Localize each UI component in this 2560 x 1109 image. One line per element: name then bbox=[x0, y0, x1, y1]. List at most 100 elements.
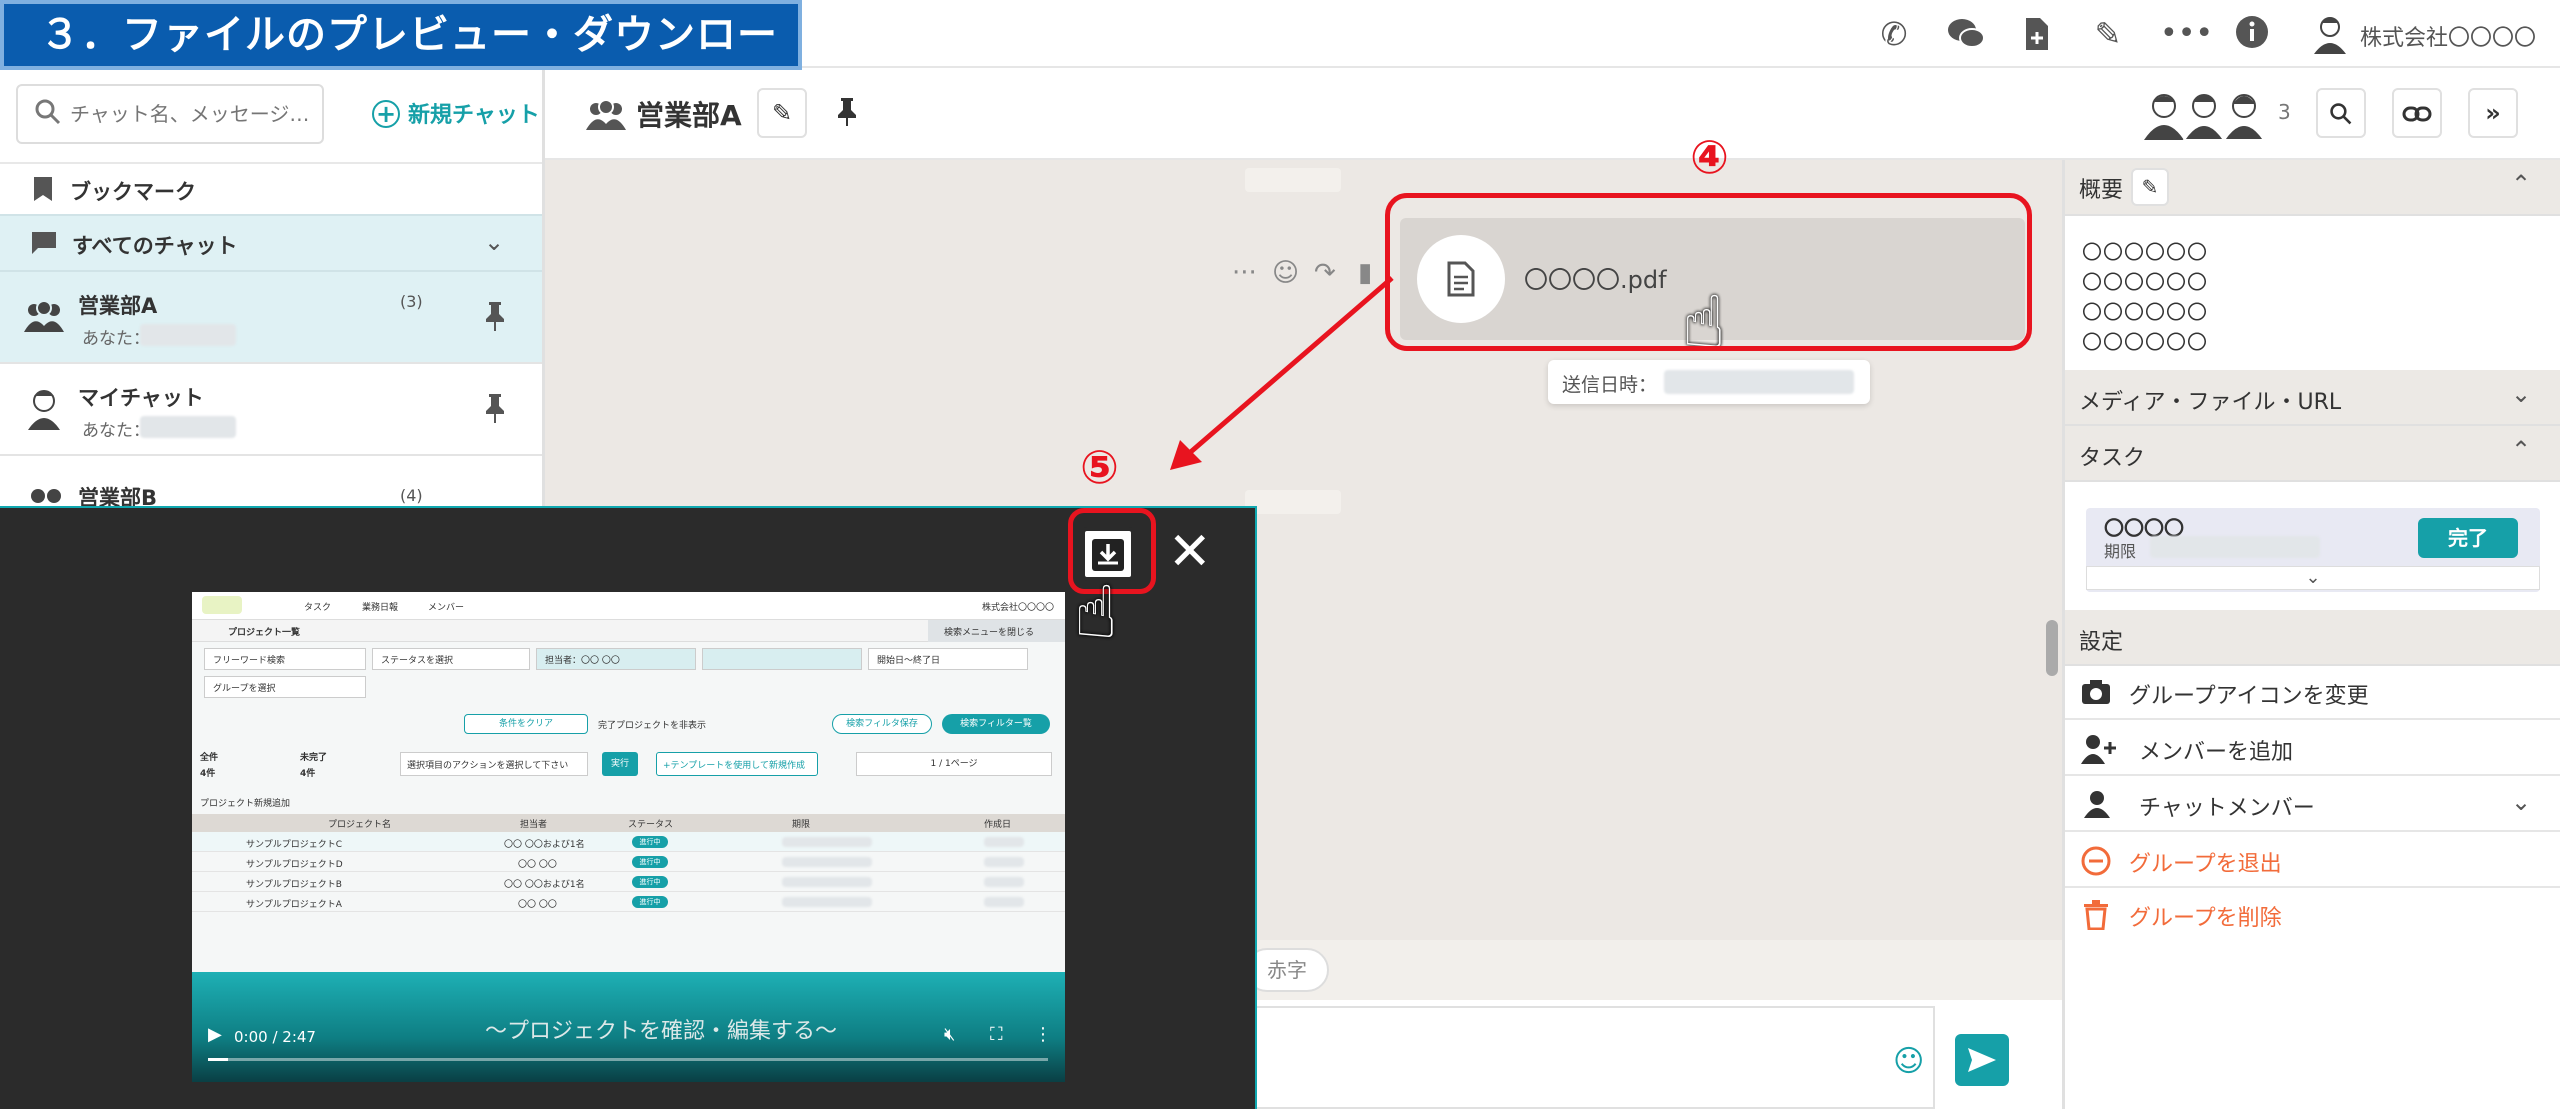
video-table-row: サンプルプロジェクトA 〇〇 〇〇 進行中 bbox=[192, 892, 1065, 912]
chat-search-input[interactable] bbox=[70, 96, 310, 132]
change-group-icon-option[interactable]: グループアイコンを変更 bbox=[2065, 666, 2560, 720]
all-chats-label: すべてのチャット bbox=[72, 234, 238, 258]
pin-icon[interactable] bbox=[484, 300, 506, 336]
pencil-icon[interactable]: ✎ bbox=[2088, 14, 2128, 54]
chevron-down-icon[interactable]: ⌄ bbox=[2511, 788, 2531, 816]
tasks-title: タスク bbox=[2079, 446, 2146, 471]
overview-section-header[interactable]: 概要 ✎ ⌃ bbox=[2065, 160, 2560, 216]
chat-list-item[interactable]: 営業部B (4) bbox=[0, 454, 542, 514]
video-action-select: 選択項目のアクションを選択して下さい bbox=[400, 752, 588, 776]
video-row-date bbox=[782, 877, 872, 887]
date-divider bbox=[1245, 168, 1341, 192]
message-input[interactable] bbox=[1255, 1006, 1935, 1109]
video-row-status: 進行中 bbox=[632, 896, 668, 908]
collapse-panel-button[interactable]: » bbox=[2468, 88, 2518, 138]
video-hide-done: 完了プロジェクトを非表示 bbox=[598, 721, 707, 731]
video-col-header: 期限 bbox=[792, 820, 811, 830]
composer-toolbar bbox=[1255, 940, 2062, 1000]
video-row-date bbox=[782, 897, 872, 907]
task-expand-toggle[interactable]: ⌄ bbox=[2086, 566, 2540, 590]
complete-task-button[interactable]: 完了 bbox=[2418, 518, 2518, 558]
delete-group-option[interactable]: グループを削除 bbox=[2065, 888, 2560, 942]
overview-text-line: 〇〇〇〇〇〇 bbox=[2082, 270, 2208, 294]
task-deadline-blurred bbox=[2150, 536, 2320, 558]
chat-bubbles-icon[interactable] bbox=[1946, 14, 1986, 54]
send-button[interactable] bbox=[1955, 1034, 2009, 1086]
more-vertical-icon[interactable]: ⋮ bbox=[1034, 1024, 1052, 1045]
edit-room-button[interactable]: ✎ bbox=[757, 88, 807, 138]
scrollbar[interactable] bbox=[2046, 620, 2058, 676]
video-table-row: サンプルプロジェクトD 〇〇 〇〇 進行中 bbox=[192, 852, 1065, 872]
video-col-header: プロジェクト名 bbox=[328, 820, 392, 830]
video-row-owner: 〇〇 〇〇 bbox=[518, 860, 557, 870]
fullscreen-icon[interactable]: ⛶ bbox=[990, 1024, 1003, 1045]
chevron-up-icon[interactable]: ⌃ bbox=[2511, 170, 2531, 198]
chevron-down-icon[interactable]: ⌄ bbox=[484, 228, 504, 256]
video-row-name: サンプルプロジェクトD bbox=[246, 860, 343, 870]
add-member-label: メンバーを追加 bbox=[2139, 740, 2294, 765]
emoji-icon[interactable]: ☺ bbox=[1893, 1044, 1924, 1079]
sidebar-bookmarks[interactable]: ブックマーク bbox=[0, 162, 542, 214]
pin-icon[interactable] bbox=[836, 96, 858, 132]
app-logo bbox=[202, 596, 242, 614]
link-button[interactable] bbox=[2392, 88, 2442, 138]
highlight-file-message bbox=[1385, 193, 2032, 351]
video-date-range: 開始日～終了日 bbox=[868, 648, 1028, 670]
pencil-icon: ✎ bbox=[771, 99, 793, 127]
video-row-status: 進行中 bbox=[632, 836, 668, 848]
mute-icon[interactable]: 🔇︎ bbox=[944, 1024, 955, 1045]
play-icon[interactable]: ▶ bbox=[208, 1024, 222, 1045]
add-file-icon[interactable] bbox=[2016, 14, 2056, 54]
plus-circle-icon: + bbox=[372, 100, 400, 128]
leave-group-option[interactable]: グループを退出 bbox=[2065, 834, 2560, 888]
close-preview-button[interactable]: ✕ bbox=[1168, 522, 1212, 582]
chat-list-item[interactable]: マイチャット あなた： bbox=[0, 362, 542, 454]
unread-count: (3) bbox=[400, 292, 423, 311]
minus-circle-icon bbox=[2081, 846, 2111, 880]
sidebar-all-chats[interactable]: すべてのチャット ⌄ bbox=[0, 214, 542, 270]
new-chat-button[interactable]: + 新規チャット bbox=[372, 96, 540, 136]
chat-last-message-blurred bbox=[140, 416, 236, 438]
video-progress-track[interactable] bbox=[208, 1058, 1048, 1061]
group-avatar-icon bbox=[24, 298, 64, 338]
video-app-navbar: タスク 業務日報 メンバー 株式会社〇〇〇〇 bbox=[192, 592, 1065, 620]
chevron-up-icon[interactable]: ⌃ bbox=[2511, 436, 2531, 464]
video-row-date bbox=[782, 837, 872, 847]
video-clear-button: 条件をクリア bbox=[464, 714, 588, 734]
user-avatar-icon[interactable] bbox=[2310, 14, 2350, 54]
company-name[interactable]: 株式会社〇〇〇〇 bbox=[2360, 20, 2536, 52]
video-row-owner: 〇〇 〇〇および1名 bbox=[504, 880, 585, 890]
video-group-select: グループを選択 bbox=[204, 676, 366, 698]
video-table-header: プロジェクト名 担当者 ステータス 期限 作成日 bbox=[192, 814, 1065, 832]
chevron-down-icon[interactable]: ⌄ bbox=[2511, 380, 2531, 408]
search-button[interactable] bbox=[2316, 88, 2366, 138]
more-icon[interactable]: ••• bbox=[2160, 14, 2213, 54]
video-col-header: 担当者 bbox=[520, 820, 548, 830]
task-deadline-label: 期限 bbox=[2104, 542, 2137, 561]
video-incomplete-label: 未完了 bbox=[300, 753, 328, 763]
video-col-header: 作成日 bbox=[984, 820, 1012, 830]
video-incomplete-count: 4件 bbox=[300, 769, 316, 779]
video-filter-list: 検索フィルター覧 bbox=[942, 714, 1050, 734]
info-icon[interactable] bbox=[2232, 14, 2272, 54]
video-nav-item: タスク bbox=[304, 603, 332, 613]
hand-cursor-icon: ☝ bbox=[1074, 570, 1118, 654]
sent-time-label: 送信日時： bbox=[1562, 374, 1658, 396]
chat-members-option[interactable]: チャットメンバー ⌄ bbox=[2065, 778, 2560, 832]
add-member-option[interactable]: メンバーを追加 bbox=[2065, 722, 2560, 776]
video-time: 0:00 / 2:47 bbox=[234, 1028, 316, 1046]
media-section-header[interactable]: メディア・ファイル・URL ⌄ bbox=[2065, 370, 2560, 426]
member-avatars[interactable] bbox=[2140, 88, 2270, 144]
date-divider bbox=[1245, 490, 1341, 514]
bookmark-icon bbox=[32, 176, 54, 208]
chat-list-item[interactable]: 営業部A あなた： (3) bbox=[0, 270, 542, 362]
red-text-button[interactable]: 赤字 bbox=[1245, 948, 1329, 992]
tasks-section-header[interactable]: タスク ⌃ bbox=[2065, 426, 2560, 482]
member-count: 3 bbox=[2278, 100, 2291, 124]
pin-icon[interactable] bbox=[484, 392, 506, 428]
media-title: メディア・ファイル・URL bbox=[2079, 390, 2342, 415]
video-row-date bbox=[984, 897, 1024, 907]
edit-overview-button[interactable]: ✎ bbox=[2131, 168, 2169, 206]
phone-icon[interactable]: ✆ bbox=[1874, 14, 1914, 54]
chat-name: 営業部A bbox=[78, 294, 158, 318]
